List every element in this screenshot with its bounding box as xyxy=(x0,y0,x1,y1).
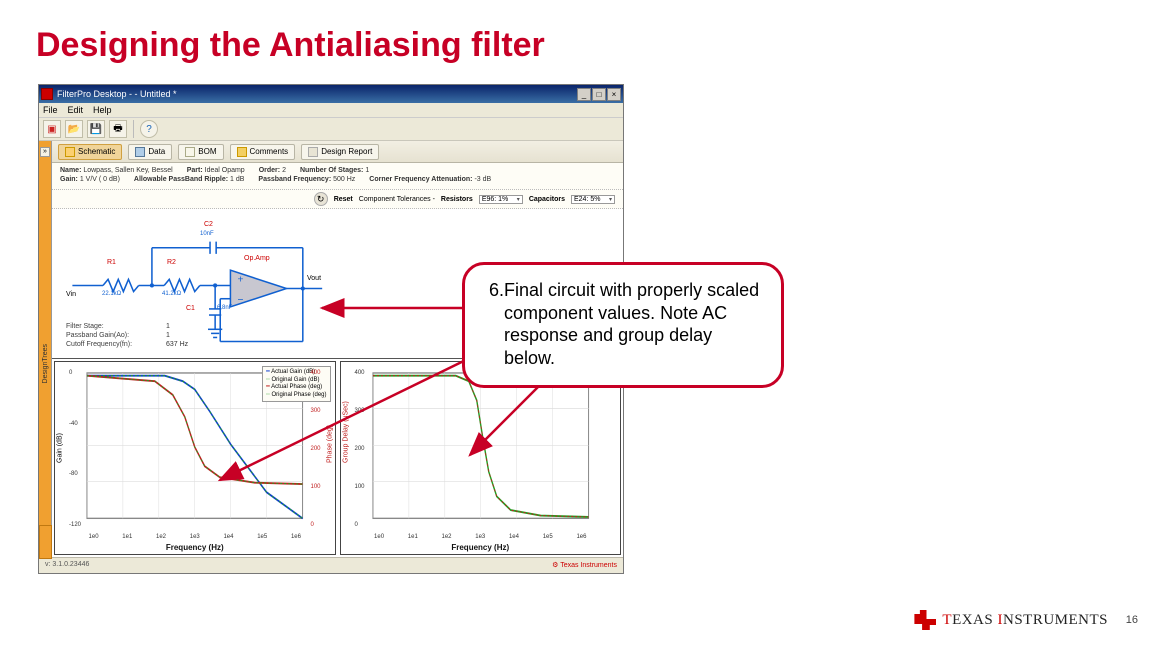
gain-phase-chart: ━ Actual Gain (dB) ┄ Original Gain (dB) … xyxy=(54,361,336,555)
r1-label: R1 xyxy=(107,259,116,266)
menubar: File Edit Help xyxy=(39,103,623,118)
new-file-icon[interactable]: ▣ xyxy=(43,120,61,138)
callout-text: Final circuit with properly scaled compo… xyxy=(504,279,763,369)
chart1-ylabel-right: Phase (deg) xyxy=(326,453,333,463)
chart2-xlabel: Frequency (Hz) xyxy=(451,543,509,552)
stage-info: Filter Stage:1 Passband Gain(Ao):1 Cutof… xyxy=(58,319,196,356)
titlebar: FilterPro Desktop - - Untitled * _ □ × xyxy=(39,85,623,103)
ti-brand-text: TEXAS INSTRUMENTS xyxy=(942,612,1108,629)
tab-comments[interactable]: Comments xyxy=(230,144,296,160)
window-buttons: _ □ × xyxy=(577,88,621,101)
info-part: Ideal Opamp xyxy=(205,167,245,174)
data-icon xyxy=(135,147,145,157)
callout-number: 6. xyxy=(489,279,504,369)
reset-icon[interactable]: ↻ xyxy=(314,192,328,206)
info-passband: 500 Hz xyxy=(333,176,355,183)
save-icon[interactable]: 💾 xyxy=(87,120,105,138)
chart2-ylabel: Group Delay (uSec) xyxy=(342,453,349,463)
info-name: Lowpass, Sallen Key, Bessel xyxy=(83,167,172,174)
ti-footer-icon: ⚙ Texas Instruments xyxy=(552,561,617,569)
vin-label: Vin xyxy=(66,291,76,298)
r2-label: R2 xyxy=(167,259,176,266)
window-title: FilterPro Desktop - - Untitled * xyxy=(57,89,577,99)
tab-data[interactable]: Data xyxy=(128,144,172,160)
chart1-xlabel: Frequency (Hz) xyxy=(166,543,224,552)
ti-brand-logo: TEXAS INSTRUMENTS xyxy=(914,610,1108,630)
open-icon[interactable]: 📂 xyxy=(65,120,83,138)
comments-icon xyxy=(237,147,247,157)
minimize-button[interactable]: _ xyxy=(577,88,591,101)
help-icon[interactable]: ? xyxy=(140,120,158,138)
ti-logo-icon xyxy=(914,610,936,630)
r2-value: 41.2kΩ xyxy=(162,291,181,297)
report-icon xyxy=(308,147,318,157)
info-ripple: 1 dB xyxy=(230,176,244,183)
sidebar-accent xyxy=(39,525,52,559)
close-button[interactable]: × xyxy=(607,88,621,101)
group-delay-chart: ━ Actual Group Delay (uSec) ┄ Original G… xyxy=(340,361,622,555)
chart1-ylabel-left: Gain (dB) xyxy=(57,453,64,463)
info-gain: 1 V/V ( 0 dB) xyxy=(80,176,120,183)
tolerance-panel: ↻ Reset Component Tolerances - Resistors… xyxy=(52,190,623,209)
filter-info-panel: Name: Lowpass, Sallen Key, Bessel Part: … xyxy=(52,163,623,190)
resistors-select[interactable]: E96: 1% xyxy=(479,195,523,204)
resistors-label: Resistors xyxy=(441,196,473,203)
svg-text:−: − xyxy=(238,295,244,306)
c1-value: 6.8nF xyxy=(217,305,232,311)
slide-title: Designing the Antialiasing filter xyxy=(36,26,545,65)
maximize-button[interactable]: □ xyxy=(592,88,606,101)
version-text: v: 3.1.0.23446 xyxy=(45,561,89,568)
c1-label: C1 xyxy=(186,305,195,312)
tab-design-report[interactable]: Design Report xyxy=(301,144,379,160)
tabbar: Schematic Data BOM Comments Design Repor… xyxy=(52,141,623,163)
tab-schematic[interactable]: Schematic xyxy=(58,144,122,160)
menu-file[interactable]: File xyxy=(43,105,58,115)
bom-icon xyxy=(185,147,195,157)
info-corner: -3 dB xyxy=(474,176,491,183)
c2-label: C2 xyxy=(204,221,213,228)
opamp-label: Op.Amp xyxy=(244,255,270,262)
reset-label: Reset xyxy=(334,196,353,203)
statusbar: v: 3.1.0.23446 ⚙ Texas Instruments xyxy=(39,557,623,571)
app-icon xyxy=(41,88,53,100)
tab-bom[interactable]: BOM xyxy=(178,144,223,160)
sidebar: » DesignTrees xyxy=(39,141,52,557)
menu-help[interactable]: Help xyxy=(93,105,112,115)
info-order: 2 xyxy=(282,167,286,174)
capacitors-select[interactable]: E24: 5% xyxy=(571,195,615,204)
charts-row: ━ Actual Gain (dB) ┄ Original Gain (dB) … xyxy=(52,359,623,557)
r1-value: 22.1kΩ xyxy=(102,291,121,297)
capacitors-label: Capacitors xyxy=(529,196,565,203)
vout-label: Vout xyxy=(307,275,321,282)
page-number: 16 xyxy=(1126,614,1138,626)
toolbar: ▣ 📂 💾 🖶 ? xyxy=(39,118,623,141)
c2-value: 10nF xyxy=(200,231,214,237)
tolerance-label: Component Tolerances - xyxy=(359,196,435,203)
sidebar-collapse-icon[interactable]: » xyxy=(40,147,50,157)
svg-text:+: + xyxy=(238,274,244,285)
callout-box: 6. Final circuit with properly scaled co… xyxy=(462,262,784,388)
info-stages: 1 xyxy=(365,167,369,174)
menu-edit[interactable]: Edit xyxy=(68,105,84,115)
print-icon[interactable]: 🖶 xyxy=(109,120,127,138)
schematic-icon xyxy=(65,147,75,157)
sidebar-tab-designtrees[interactable]: DesignTrees xyxy=(42,338,49,389)
